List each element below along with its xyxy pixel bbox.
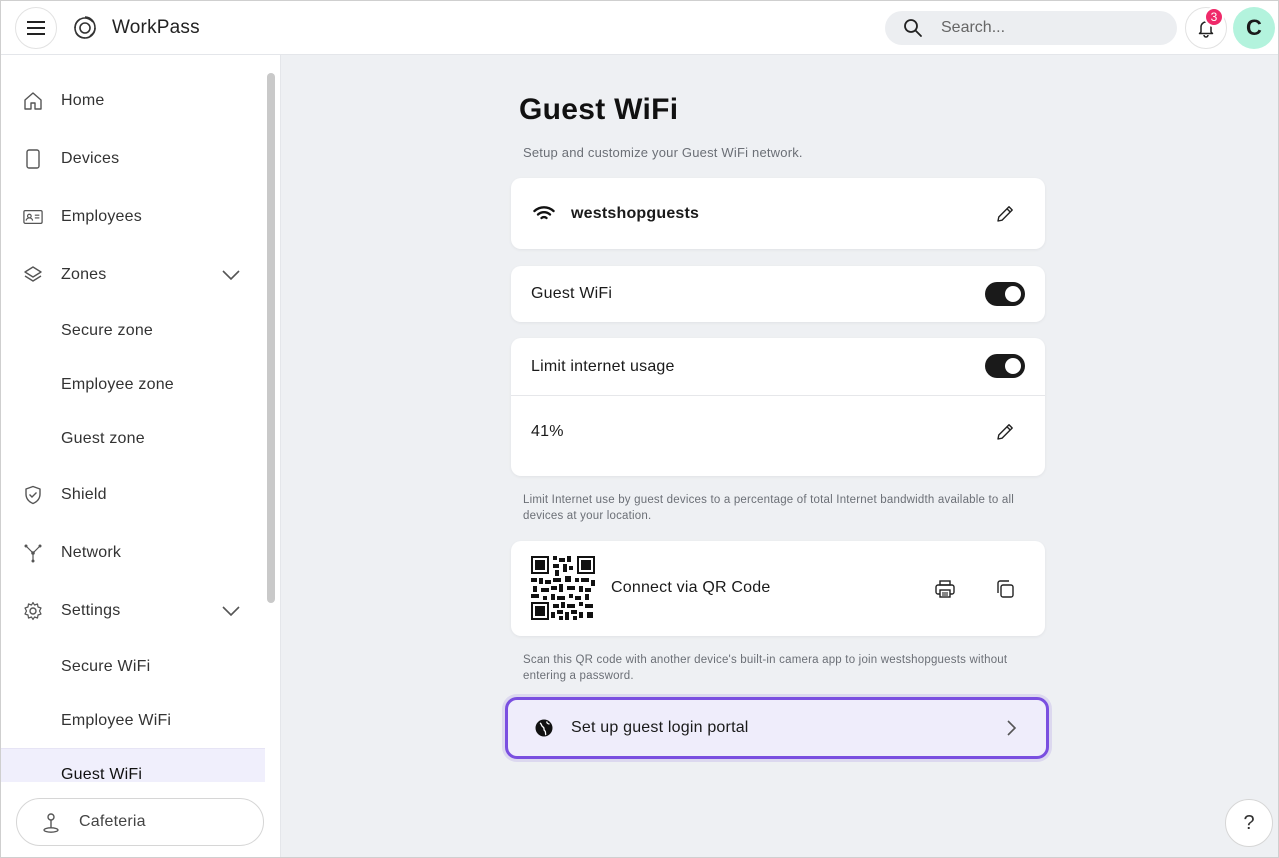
sidebar-item-label: Network — [61, 544, 122, 561]
ssid-card: westshopguests — [511, 178, 1045, 249]
portal-label: Set up guest login portal — [571, 719, 749, 736]
sidebar-item-employee-wifi[interactable]: Employee WiFi — [1, 695, 265, 747]
limit-usage-label: Limit internet usage — [531, 358, 675, 375]
network-icon — [23, 543, 43, 563]
sidebar-item-label: Guest WiFi — [61, 766, 143, 783]
sidebar-item-home[interactable]: Home — [1, 75, 265, 127]
sidebar-item-label: Home — [61, 92, 105, 109]
notification-badge: 3 — [1204, 7, 1224, 27]
phone-icon — [23, 149, 43, 169]
sidebar-item-label: Guest zone — [61, 430, 145, 447]
guest-wifi-label: Guest WiFi — [531, 285, 613, 302]
sidebar-item-label: Devices — [61, 150, 120, 167]
location-name: Cafeteria — [79, 813, 146, 830]
sidebar-item-label: Shield — [61, 486, 107, 503]
sidebar-item-label: Zones — [61, 266, 107, 283]
sidebar-item-zones[interactable]: Zones — [1, 249, 265, 301]
main-content: Guest WiFi Setup and customize your Gues… — [281, 55, 1278, 857]
sidebar-item-label: Employee WiFi — [61, 712, 172, 729]
printer-icon — [935, 580, 955, 598]
wifi-icon — [533, 206, 555, 220]
qr-card: Connect via QR Code — [511, 541, 1045, 636]
limit-helper-text: Limit Internet use by guest devices to a… — [523, 494, 1014, 522]
sidebar-item-shield[interactable]: Shield — [1, 469, 265, 521]
chevron-right-icon — [1007, 720, 1017, 736]
user-avatar[interactable]: C — [1233, 7, 1275, 49]
divider — [511, 395, 1045, 396]
guest-wifi-toggle[interactable] — [985, 282, 1025, 306]
sidebar-item-label: Settings — [61, 602, 121, 619]
top-header: WorkPass 3 C — [1, 1, 1278, 55]
copy-qr-button[interactable] — [993, 577, 1017, 601]
search-bar[interactable] — [885, 11, 1177, 45]
search-input[interactable] — [941, 16, 1161, 40]
gear-icon — [23, 601, 43, 621]
sidebar-item-label: Secure zone — [61, 322, 154, 339]
sidebar-item-label: Secure WiFi — [61, 658, 151, 675]
page-subtitle: Setup and customize your Guest WiFi netw… — [523, 145, 803, 160]
sidebar-item-network[interactable]: Network — [1, 527, 265, 579]
sidebar-item-label: Employees — [61, 208, 142, 225]
sidebar-scrollbar[interactable] — [267, 73, 275, 603]
search-icon — [904, 19, 922, 37]
sidebar: Home Devices Employees Zones Secure zone… — [1, 55, 281, 857]
layers-icon — [23, 265, 43, 285]
qr-code-icon — [531, 556, 595, 620]
sidebar-item-settings[interactable]: Settings — [1, 585, 265, 637]
sidebar-item-guest-zone[interactable]: Guest zone — [1, 413, 265, 465]
sidebar-item-employees[interactable]: Employees — [1, 191, 265, 243]
limit-usage-card: Limit internet usage 41% — [511, 338, 1045, 476]
location-pin-icon — [43, 813, 59, 833]
chevron-down-icon[interactable] — [221, 605, 241, 617]
sidebar-item-secure-wifi[interactable]: Secure WiFi — [1, 641, 265, 693]
sidebar-item-guest-wifi[interactable]: Guest WiFi — [1, 748, 265, 783]
id-card-icon — [23, 207, 43, 227]
chevron-down-icon[interactable] — [221, 269, 241, 281]
ssid-name: westshopguests — [571, 205, 700, 222]
edit-limit-button[interactable] — [993, 420, 1017, 444]
brand-name: WorkPass — [112, 17, 200, 38]
guest-login-portal-button[interactable]: Set up guest login portal — [505, 697, 1049, 759]
sidebar-item-label: Employee zone — [61, 376, 174, 393]
page-title: Guest WiFi — [519, 93, 679, 126]
app-window: WorkPass 3 C Home Devices Employees Zone… — [0, 0, 1279, 858]
shield-icon — [23, 485, 43, 505]
copy-icon — [997, 580, 1014, 598]
print-qr-button[interactable] — [933, 577, 957, 601]
sidebar-item-employee-zone[interactable]: Employee zone — [1, 359, 265, 411]
help-button[interactable]: ? — [1225, 799, 1273, 847]
sidebar-item-secure-zone[interactable]: Secure zone — [1, 305, 265, 357]
sidebar-item-devices[interactable]: Devices — [1, 133, 265, 185]
guest-wifi-card: Guest WiFi — [511, 266, 1045, 322]
location-selector[interactable]: Cafeteria — [16, 798, 264, 846]
qr-helper-text: Scan this QR code with another device's … — [523, 654, 1008, 682]
qr-label: Connect via QR Code — [611, 579, 771, 596]
workpass-logo-icon — [74, 16, 96, 39]
pencil-icon — [997, 206, 1013, 222]
hamburger-icon — [27, 21, 45, 35]
limit-value: 41% — [531, 423, 564, 440]
globe-icon — [535, 719, 553, 737]
edit-ssid-button[interactable] — [993, 202, 1017, 226]
pencil-icon — [997, 424, 1013, 440]
limit-usage-toggle[interactable] — [985, 354, 1025, 378]
menu-button[interactable] — [15, 7, 57, 49]
home-icon — [23, 91, 43, 111]
